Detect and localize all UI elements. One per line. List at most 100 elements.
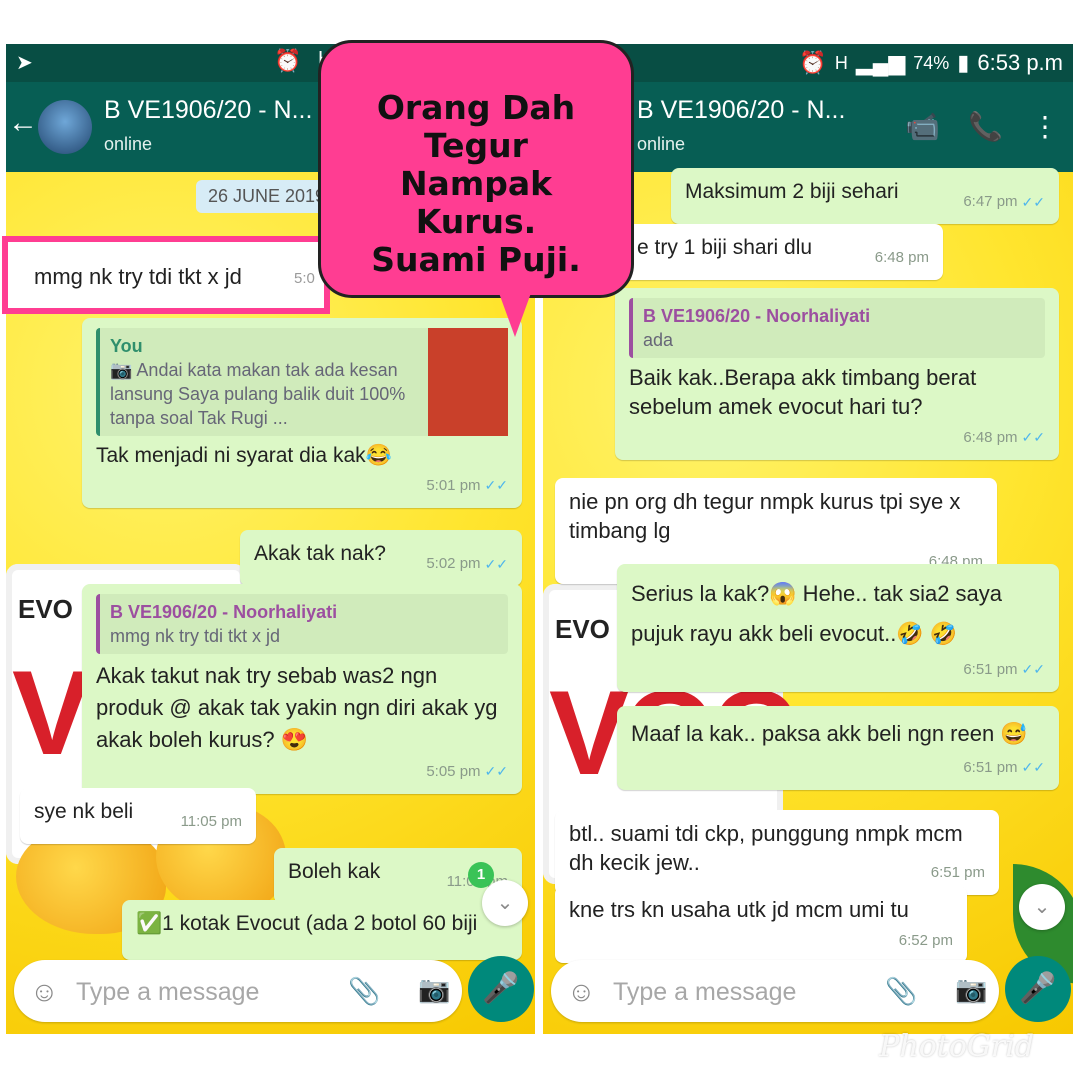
send-icon: ➤: [16, 52, 33, 74]
message-bubble-incoming[interactable]: kne trs kn usaha utk jd mcm umi tu 6:52 …: [555, 886, 967, 963]
quoted-author: You: [110, 336, 143, 356]
message-text: Maksimum 2 biji sehari: [685, 180, 899, 203]
arrow-back-icon[interactable]: ←: [8, 106, 38, 140]
message-text: Maaf la kak.. paksa akk beli ngn reen 😅: [631, 721, 1028, 746]
quoted-message[interactable]: B VE1906/20 - Noorhaliyati ada: [629, 298, 1045, 358]
message-bubble-outgoing[interactable]: ✅1 kotak Evocut (ada 2 botol 60 biji: [122, 900, 522, 960]
message-text: kne trs kn usaha utk jd mcm umi tu: [569, 897, 909, 922]
chevron-down-icon: ⌄: [496, 892, 514, 914]
message-text: sye nk beli: [34, 800, 134, 823]
message-bubble-outgoing[interactable]: You 📷 Andai kata makan tak ada kesan lan…: [82, 318, 522, 508]
battery-percent: 74%: [913, 52, 950, 73]
mic-button[interactable]: 🎤: [468, 956, 534, 1022]
message-text: Boleh kak: [288, 860, 381, 883]
message-bubble-incoming[interactable]: btl.. suami tdi ckp, punggung nmpk mcm d…: [555, 810, 999, 895]
double-check-icon: ✓✓: [484, 477, 508, 493]
quoted-thumbnail: [428, 328, 508, 436]
message-text: ✅1 kotak Evocut (ada 2 botol 60 biji: [136, 912, 478, 935]
double-check-icon: ✓✓: [1021, 194, 1045, 210]
message-time: 11:05 pm: [180, 813, 242, 830]
attach-icon[interactable]: 📎: [348, 976, 380, 1007]
message-time: 6:52 pm: [898, 932, 953, 949]
message-input[interactable]: Type a message: [613, 978, 796, 1007]
double-check-icon: ✓✓: [1021, 661, 1045, 677]
message-input-box[interactable]: ☺ Type a message 📎 📷: [551, 960, 999, 1022]
quoted-author: B VE1906/20 - Noorhaliyati: [110, 602, 338, 622]
message-time: 6:48 pm: [963, 429, 1018, 446]
highlighted-message-text: mmg nk try tdi tkt x jd: [34, 264, 242, 289]
message-time: 6:51 pm: [930, 864, 985, 881]
message-time: 6:47 pm: [963, 193, 1018, 210]
double-check-icon: ✓✓: [1021, 759, 1045, 775]
message-bubble-outgoing[interactable]: Serius la kak?😱 Hehe.. tak sia2 saya puj…: [617, 564, 1059, 692]
message-text: nie pn org dh tegur nmpk kurus tpi sye x…: [569, 489, 961, 543]
contact-status: online: [104, 134, 153, 154]
message-time: 5:05 pm: [426, 763, 481, 780]
message-time: 6:48 pm: [874, 249, 929, 266]
callout-line: Suami Puji.: [371, 240, 581, 279]
emoji-icon[interactable]: ☺: [30, 976, 59, 1008]
contact-status: online: [637, 134, 686, 154]
clock: 6:53 p.m: [977, 50, 1063, 75]
message-composer: ☺ Type a message 📎 📷 🎤: [6, 954, 535, 1034]
emoji-icon[interactable]: ☺: [567, 976, 596, 1008]
battery-icon: ▮: [957, 50, 970, 75]
watermark-logo: PhotoGrid: [879, 1029, 1034, 1064]
contact-name[interactable]: B VE1906/20 - N...: [637, 96, 845, 125]
quoted-author: B VE1906/20 - Noorhaliyati: [643, 306, 871, 326]
callout-line: Orang Dah: [376, 88, 576, 127]
quoted-message[interactable]: You 📷 Andai kata makan tak ada kesan lan…: [96, 328, 508, 436]
message-input-box[interactable]: ☺ Type a message 📎 📷: [14, 960, 462, 1022]
message-bubble-outgoing[interactable]: B VE1906/20 - Noorhaliyati ada Baik kak.…: [615, 288, 1059, 460]
scroll-down-button[interactable]: ⌄: [1019, 884, 1065, 930]
message-bubble-outgoing[interactable]: Maksimum 2 biji sehari ✓✓ 6:47 pm: [671, 168, 1059, 224]
message-text: Tak menjadi ni syarat dia kak😂: [96, 444, 392, 467]
message-text: Akak takut nak try sebab was2 ngn produk…: [96, 663, 498, 752]
message-composer: ☺ Type a message 📎 📷 🎤: [543, 954, 1073, 1034]
message-time: 6:51 pm: [963, 661, 1018, 678]
message-text: btl.. suami tdi ckp, punggung nmpk mcm d…: [569, 821, 963, 875]
avatar[interactable]: [38, 100, 92, 154]
message-bubble-outgoing[interactable]: B VE1906/20 - Noorhaliyati mmg nk try td…: [82, 584, 522, 794]
double-check-icon: ✓✓: [1021, 429, 1045, 445]
message-time: 5:01 pm: [426, 477, 481, 494]
message-input[interactable]: Type a message: [76, 978, 259, 1007]
video-call-icon[interactable]: 📹: [905, 110, 940, 143]
double-check-icon: ✓✓: [484, 763, 508, 779]
quoted-text: mmg nk try tdi tkt x jd: [110, 626, 281, 646]
message-bubble-outgoing[interactable]: Maaf la kak.. paksa akk beli ngn reen 😅 …: [617, 706, 1059, 790]
more-options-icon[interactable]: ⋮: [1031, 110, 1059, 143]
phone-icon[interactable]: 📞: [968, 110, 1003, 143]
message-bubble-outgoing[interactable]: Akak tak nak? ✓✓ 5:02 pm: [240, 530, 522, 586]
contact-name[interactable]: B VE1906/20 - N...: [104, 96, 312, 125]
callout-line: Nampak: [399, 164, 553, 203]
message-text: Baik kak..Berapa akk timbang berat sebel…: [629, 365, 977, 419]
alarm-icon: ⏰: [274, 48, 302, 73]
highlighted-message: mmg nk try tdi tkt x jd 5:0: [2, 236, 330, 314]
alarm-icon: ⏰: [799, 50, 827, 75]
highlighted-message-time: 5:0: [294, 270, 315, 287]
double-check-icon: ✓✓: [484, 556, 508, 572]
product-brand: EVO: [18, 594, 73, 624]
camera-icon[interactable]: 📷: [955, 974, 987, 1005]
scroll-down-button[interactable]: ⌄: [482, 880, 528, 926]
message-text: Akak tak nak?: [254, 542, 386, 565]
callout-line: Tegur: [424, 126, 528, 165]
chevron-down-icon: ⌄: [1033, 896, 1051, 918]
camera-small-icon: 📷: [110, 360, 137, 380]
camera-icon[interactable]: 📷: [418, 974, 450, 1005]
date-chip: 26 JUNE 2019: [196, 180, 338, 213]
product-brand: EVO: [555, 614, 610, 644]
message-time: 5:02 pm: [426, 555, 481, 572]
callout-bubble: Orang Dah Tegur Nampak Kurus. Suami Puji…: [318, 40, 634, 337]
quoted-text: Andai kata makan tak ada kesan lansung S…: [110, 360, 406, 428]
mic-button[interactable]: 🎤: [1005, 956, 1071, 1022]
attach-icon[interactable]: 📎: [885, 976, 917, 1007]
mic-icon: 🎤: [1019, 972, 1057, 1005]
message-time: 6:51 pm: [963, 759, 1018, 776]
callout-tail: [499, 293, 531, 337]
callout-line: Kurus.: [415, 202, 537, 241]
mic-icon: 🎤: [482, 972, 520, 1005]
quoted-message[interactable]: B VE1906/20 - Noorhaliyati mmg nk try td…: [96, 594, 508, 654]
message-bubble-incoming[interactable]: sye nk beli 11:05 pm: [20, 788, 256, 844]
